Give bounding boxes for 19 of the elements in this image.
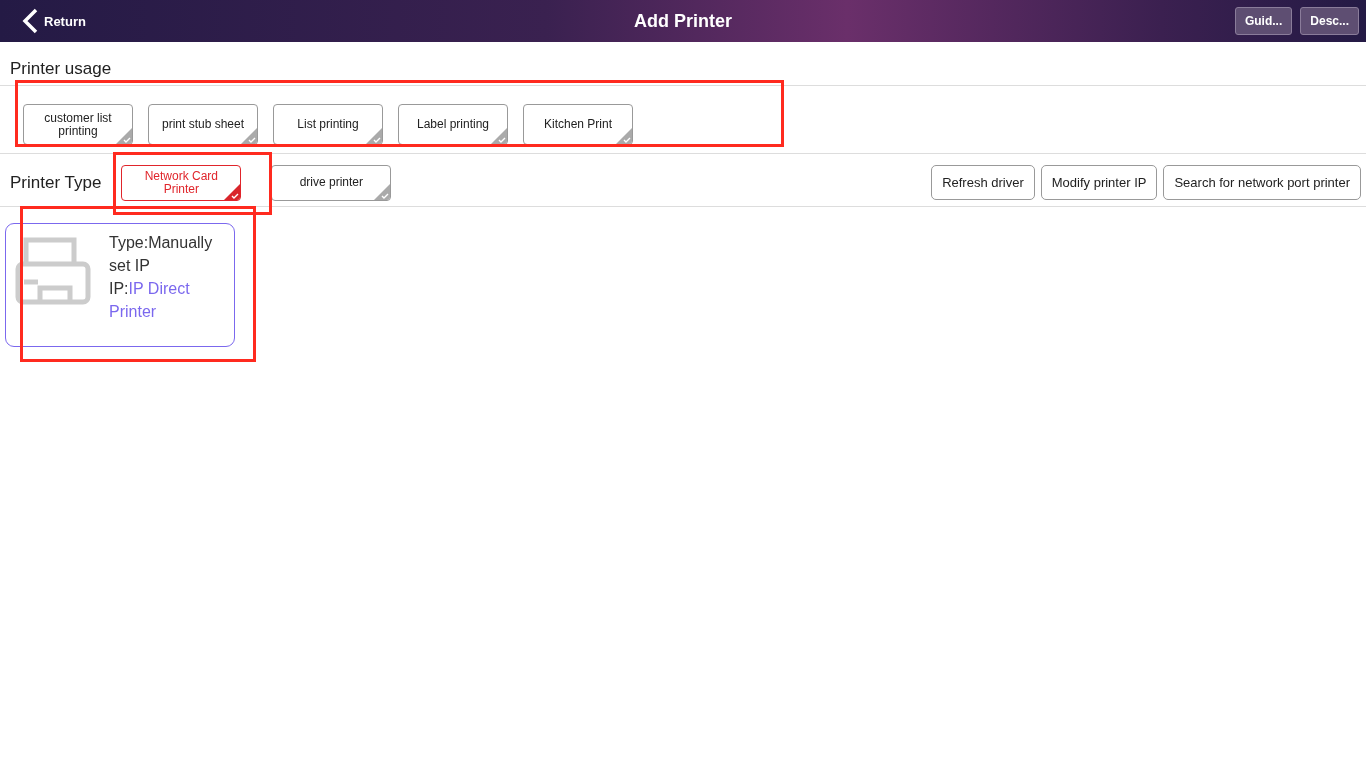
section-label: Printer Type: [10, 172, 102, 193]
page-title: Add Printer: [634, 10, 732, 31]
printer-type-option[interactable]: Network Card Printer: [121, 164, 242, 201]
action-button[interactable]: Search for network port printer: [1163, 165, 1361, 200]
action-button[interactable]: Refresh driver: [931, 165, 1035, 200]
printer-details: Type:Manually set IP IP:IP Direct Printer: [109, 233, 214, 322]
printer-card[interactable]: Type:Manually set IP IP:IP Direct Printer: [5, 223, 235, 347]
printer-type-option[interactable]: drive printer: [271, 164, 392, 201]
action-button[interactable]: Modify printer IP: [1040, 165, 1158, 200]
usage-option[interactable]: Kitchen Print: [523, 104, 633, 145]
usage-option[interactable]: customer list printing: [23, 104, 133, 145]
usage-option[interactable]: List printing: [273, 104, 383, 145]
header-button[interactable]: Guid...: [1234, 7, 1293, 35]
header-button[interactable]: Desc...: [1300, 7, 1359, 35]
back-chevron-icon: [22, 8, 38, 34]
return-button[interactable]: Return: [0, 8, 86, 34]
usage-option[interactable]: Label printing: [398, 104, 508, 145]
usage-option[interactable]: print stub sheet: [148, 104, 258, 145]
section-label: Printer usage: [10, 59, 112, 78]
